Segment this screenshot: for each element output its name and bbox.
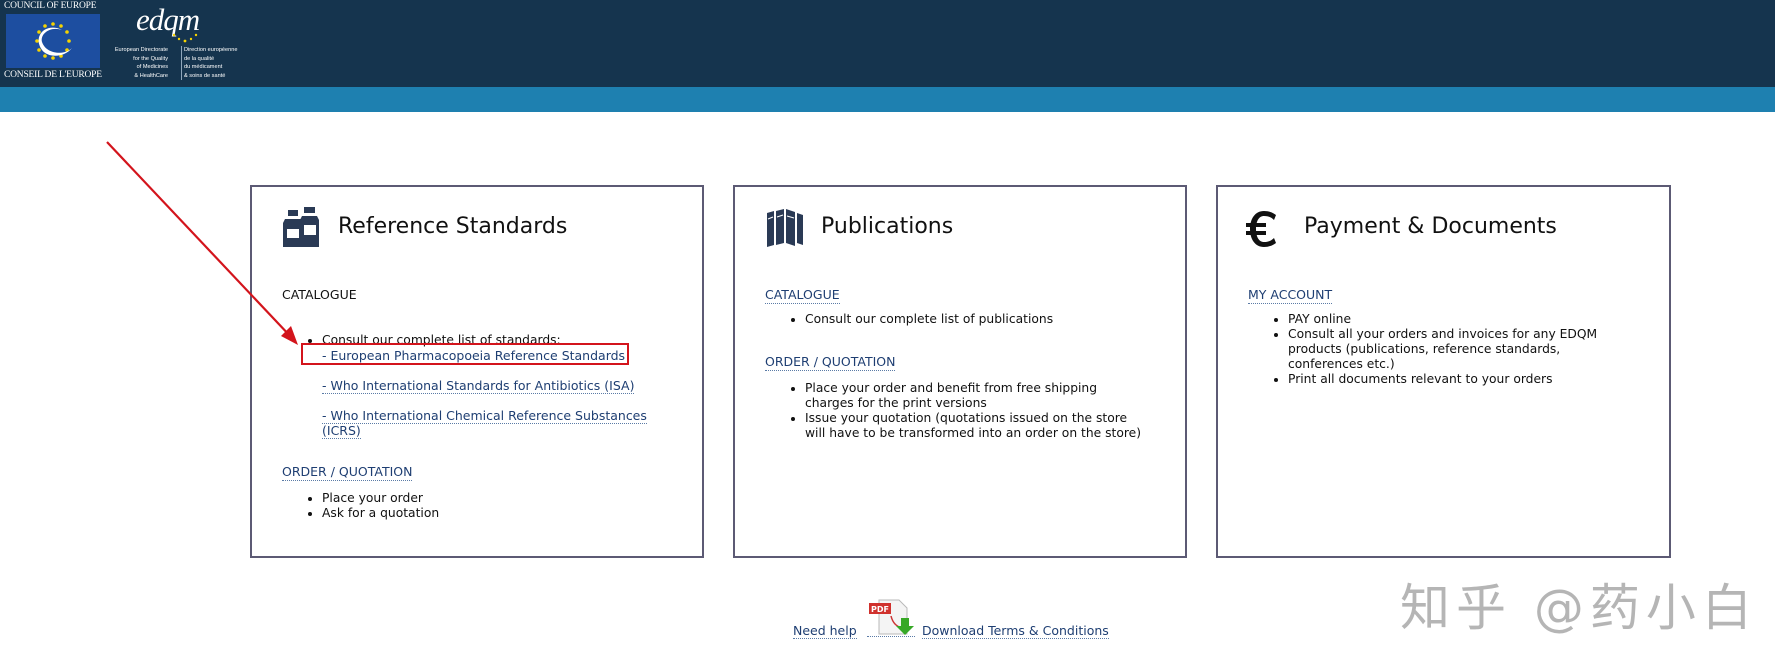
pdf-badge-label: PDF <box>871 605 889 614</box>
publications-panel: Publications CATALOGUE Consult our compl… <box>733 185 1187 558</box>
account-list: PAY online Consult all your orders and i… <box>1248 312 1628 387</box>
icrs-substances-link[interactable]: - Who International Chemical Reference S… <box>322 408 652 439</box>
watermark-text: 知乎 @药小白 <box>1400 579 1758 637</box>
download-underline <box>867 636 915 637</box>
download-terms-link[interactable]: PDF Download Terms & Conditions <box>867 596 1109 639</box>
catalogue-link[interactable]: CATALOGUE <box>765 287 840 304</box>
highlight-box <box>301 343 629 365</box>
bottles-icon <box>283 207 319 247</box>
panel-title: Reference Standards <box>338 214 568 239</box>
list-item: PAY online <box>1288 312 1628 327</box>
reference-standards-panel: Reference Standards CATALOGUE Consult ou… <box>250 185 704 558</box>
books-icon <box>767 209 803 247</box>
order-quotation-link[interactable]: ORDER / QUOTATION <box>282 464 413 481</box>
pdf-download-icon: PDF <box>869 599 914 635</box>
list-item: Consult our complete list of publication… <box>805 312 1145 327</box>
list-item: Print all documents relevant to your ord… <box>1288 372 1628 387</box>
list-item: Place your order <box>322 491 439 506</box>
edqm-text-en: European Directorate for the Quality of … <box>114 47 168 79</box>
catalogue-list: Consult our complete list of publication… <box>765 312 1145 327</box>
edqm-stars-icon <box>172 33 198 43</box>
panel-title: Publications <box>821 214 954 239</box>
list-item: Issue your quotation (quotations issued … <box>805 411 1145 441</box>
download-terms-label: Download Terms & Conditions <box>922 623 1109 639</box>
coe-logo-text-top: COUNCIL OF EUROPE <box>4 1 97 11</box>
list-item: Ask for a quotation <box>322 506 439 521</box>
order-list: Place your order Ask for a quotation <box>282 491 439 521</box>
header-sub-bar <box>0 87 1775 112</box>
edqm-text-fr: Direction européenne de la qualité du mé… <box>181 46 238 81</box>
catalogue-label: CATALOGUE <box>282 287 357 302</box>
edqm-logo[interactable]: edqm European Directorate for the Qualit… <box>114 2 258 82</box>
list-item: Consult all your orders and invoices for… <box>1288 327 1628 372</box>
order-quotation-link[interactable]: ORDER / QUOTATION <box>765 354 896 371</box>
list-item: Place your order and benefit from free s… <box>805 381 1145 411</box>
euro-icon <box>1246 211 1276 247</box>
isa-standards-link[interactable]: - Who International Standards for Antibi… <box>322 378 635 394</box>
panel-title: Payment & Documents <box>1304 214 1557 239</box>
council-of-europe-flag-icon <box>6 14 100 68</box>
need-help-link[interactable]: Need help <box>793 623 857 639</box>
payment-documents-panel: Payment & Documents MY ACCOUNT PAY onlin… <box>1216 185 1671 558</box>
order-list: Place your order and benefit from free s… <box>765 381 1145 441</box>
coe-logo-text-bottom: CONSEIL DE L'EUROPE <box>4 70 102 80</box>
my-account-link[interactable]: MY ACCOUNT <box>1248 287 1333 304</box>
council-of-europe-logo[interactable]: COUNCIL OF EUROPE CONSEIL DE L'EUROPE <box>0 0 104 82</box>
site-header: COUNCIL OF EUROPE CONSEIL DE L'EUROPE ed… <box>0 0 1775 87</box>
